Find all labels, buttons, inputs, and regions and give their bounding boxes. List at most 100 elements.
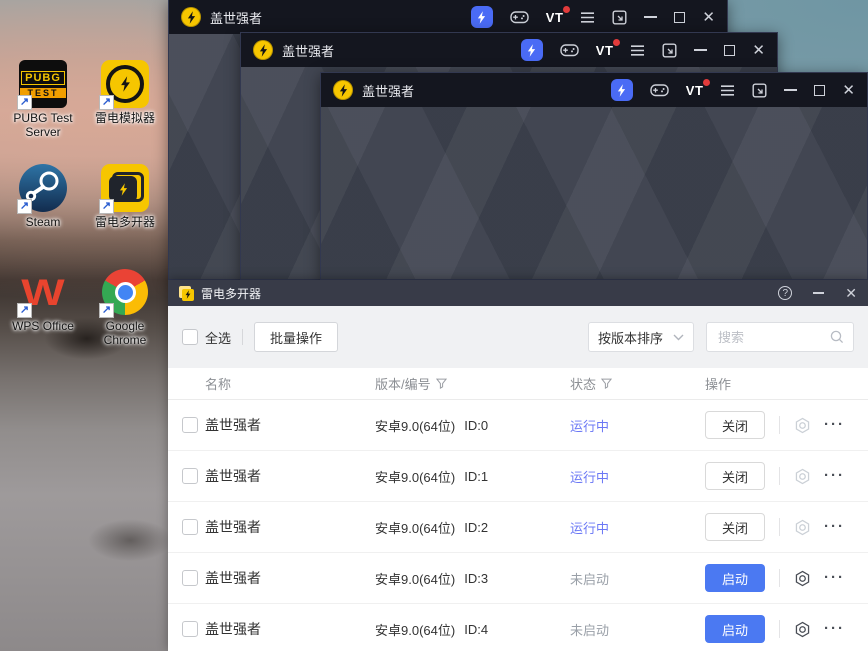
boost-icon[interactable] xyxy=(610,79,633,101)
batch-operation-button[interactable]: 批量操作 xyxy=(254,322,339,352)
filter-icon[interactable] xyxy=(601,378,613,389)
ldplayer-logo-icon xyxy=(333,80,353,100)
close-icon[interactable]: ✕ xyxy=(702,10,715,25)
desktop-icon-grid: PUBG TEST ↗ PUBG Test Server ↗ 雷电模拟器 ↗ S… xyxy=(4,60,168,372)
gamepad-icon[interactable] xyxy=(510,10,529,24)
maximize-icon[interactable] xyxy=(674,11,686,23)
window-title: 盖世强者 xyxy=(362,83,415,99)
row-checkbox[interactable] xyxy=(182,417,198,433)
settings-gear-icon[interactable] xyxy=(794,570,811,587)
vt-indicator[interactable]: VT xyxy=(686,78,711,98)
shortcut-arrow-icon: ↗ xyxy=(17,199,32,214)
desktop-icon-ldplayer[interactable]: ↗ 雷电模拟器 xyxy=(86,60,164,164)
ld-multiplayer-logo-icon xyxy=(179,285,194,301)
stop-instance-button[interactable]: 关闭 xyxy=(705,462,765,490)
stop-instance-button[interactable]: 关闭 xyxy=(705,513,765,541)
desktop-icon-label: PUBG Test Server xyxy=(13,111,73,139)
rotate-icon[interactable] xyxy=(662,43,677,58)
header-version: 版本/编号 xyxy=(375,377,431,392)
settings-gear-icon xyxy=(794,519,811,536)
emulator-content xyxy=(321,107,867,279)
stop-instance-button[interactable]: 关闭 xyxy=(705,411,765,439)
maximize-icon[interactable] xyxy=(814,84,826,96)
start-instance-button[interactable]: 启动 xyxy=(705,564,765,592)
minimize-icon[interactable] xyxy=(784,89,798,91)
vt-indicator[interactable]: VT xyxy=(596,38,621,58)
menu-icon[interactable] xyxy=(580,11,595,23)
minimize-icon[interactable] xyxy=(694,49,708,51)
chevron-down-icon xyxy=(673,334,684,340)
start-instance-button[interactable]: 启动 xyxy=(705,615,765,643)
row-divider xyxy=(779,416,780,434)
emulator-titlebar[interactable]: 盖世强者 VT ✕ xyxy=(321,73,867,107)
desktop-icon-label: 雷电模拟器 xyxy=(94,111,155,125)
menu-icon[interactable] xyxy=(630,44,645,56)
manager-titlebar[interactable]: 雷电多开器 ? ✕ xyxy=(168,280,868,306)
settings-gear-icon[interactable] xyxy=(794,621,811,638)
window-title: 雷电多开器 xyxy=(201,286,262,301)
window-title: 盖世强者 xyxy=(282,43,335,59)
more-actions-icon[interactable]: ··· xyxy=(824,468,845,483)
close-icon[interactable]: ✕ xyxy=(842,83,855,98)
maximize-icon[interactable] xyxy=(724,44,736,56)
instance-version: 安卓9.0(64位) xyxy=(375,571,456,587)
row-checkbox[interactable] xyxy=(182,519,198,535)
more-actions-icon[interactable]: ··· xyxy=(824,570,845,585)
desktop-icon-pubg-test-server[interactable]: PUBG TEST ↗ PUBG Test Server xyxy=(4,60,82,164)
status-badge: 未启动 xyxy=(570,622,610,638)
instance-version: 安卓9.0(64位) xyxy=(375,622,456,638)
instance-row: 盖世强者 安卓9.0(64位) ID:1 运行中 关闭 ··· xyxy=(168,451,868,502)
more-actions-icon[interactable]: ··· xyxy=(824,621,845,636)
desktop-icon-wps-office[interactable]: W ↗ WPS Office xyxy=(4,268,82,372)
row-checkbox[interactable] xyxy=(182,621,198,637)
gamepad-icon[interactable] xyxy=(560,43,579,57)
shortcut-arrow-icon: ↗ xyxy=(99,95,114,110)
row-divider xyxy=(779,518,780,536)
header-action: 操作 xyxy=(705,377,732,392)
help-icon[interactable]: ? xyxy=(778,286,793,300)
boost-icon[interactable] xyxy=(520,39,543,61)
gamepad-icon[interactable] xyxy=(650,83,669,97)
shortcut-arrow-icon: ↗ xyxy=(99,303,114,318)
sort-dropdown-value: 按版本排序 xyxy=(598,330,664,346)
instance-id: ID:4 xyxy=(464,621,489,637)
search-icon xyxy=(830,330,844,344)
minimize-icon[interactable] xyxy=(644,16,658,18)
header-status: 状态 xyxy=(570,377,597,392)
menu-icon[interactable] xyxy=(720,84,735,96)
manager-toolbar: 全选 批量操作 按版本排序 xyxy=(168,306,868,368)
emulator-titlebar[interactable]: 盖世强者 VT ✕ xyxy=(241,33,777,67)
select-all-checkbox[interactable] xyxy=(182,329,198,345)
row-checkbox[interactable] xyxy=(182,570,198,586)
instance-name: 盖世强者 xyxy=(205,468,261,484)
instance-id: ID:1 xyxy=(464,468,489,484)
emulator-titlebar[interactable]: 盖世强者 VT ✕ xyxy=(169,0,727,34)
minimize-icon[interactable] xyxy=(813,292,825,294)
filter-icon[interactable] xyxy=(435,378,447,389)
shortcut-arrow-icon: ↗ xyxy=(17,303,32,318)
status-badge: 运行中 xyxy=(570,418,610,434)
vt-indicator[interactable]: VT xyxy=(546,5,571,25)
desktop-icon-ld-multiplayer[interactable]: ↗ 雷电多开器 xyxy=(86,164,164,268)
status-badge: 运行中 xyxy=(570,469,610,485)
row-divider xyxy=(779,467,780,485)
search-box[interactable] xyxy=(706,322,854,352)
ldplayer-logo-icon xyxy=(181,7,201,27)
close-icon[interactable]: ✕ xyxy=(752,43,765,58)
boost-icon[interactable] xyxy=(470,6,493,28)
vt-alert-dot xyxy=(703,78,711,86)
search-input[interactable] xyxy=(716,328,830,346)
desktop-icon-google-chrome[interactable]: ↗ Google Chrome xyxy=(86,268,164,372)
desktop-icon-steam[interactable]: ↗ Steam xyxy=(4,164,82,268)
instance-row: 盖世强者 安卓9.0(64位) ID:4 未启动 启动 ··· xyxy=(168,604,868,651)
more-actions-icon[interactable]: ··· xyxy=(824,519,845,534)
rotate-icon[interactable] xyxy=(612,10,627,25)
row-checkbox[interactable] xyxy=(182,468,198,484)
sort-dropdown[interactable]: 按版本排序 xyxy=(588,322,694,352)
rotate-icon[interactable] xyxy=(752,83,767,98)
desktop-icon-label: 雷电多开器 xyxy=(94,215,155,229)
more-actions-icon[interactable]: ··· xyxy=(824,417,845,432)
shortcut-arrow-icon: ↗ xyxy=(17,95,32,110)
close-icon[interactable]: ✕ xyxy=(845,286,857,300)
instance-name: 盖世强者 xyxy=(205,570,261,586)
